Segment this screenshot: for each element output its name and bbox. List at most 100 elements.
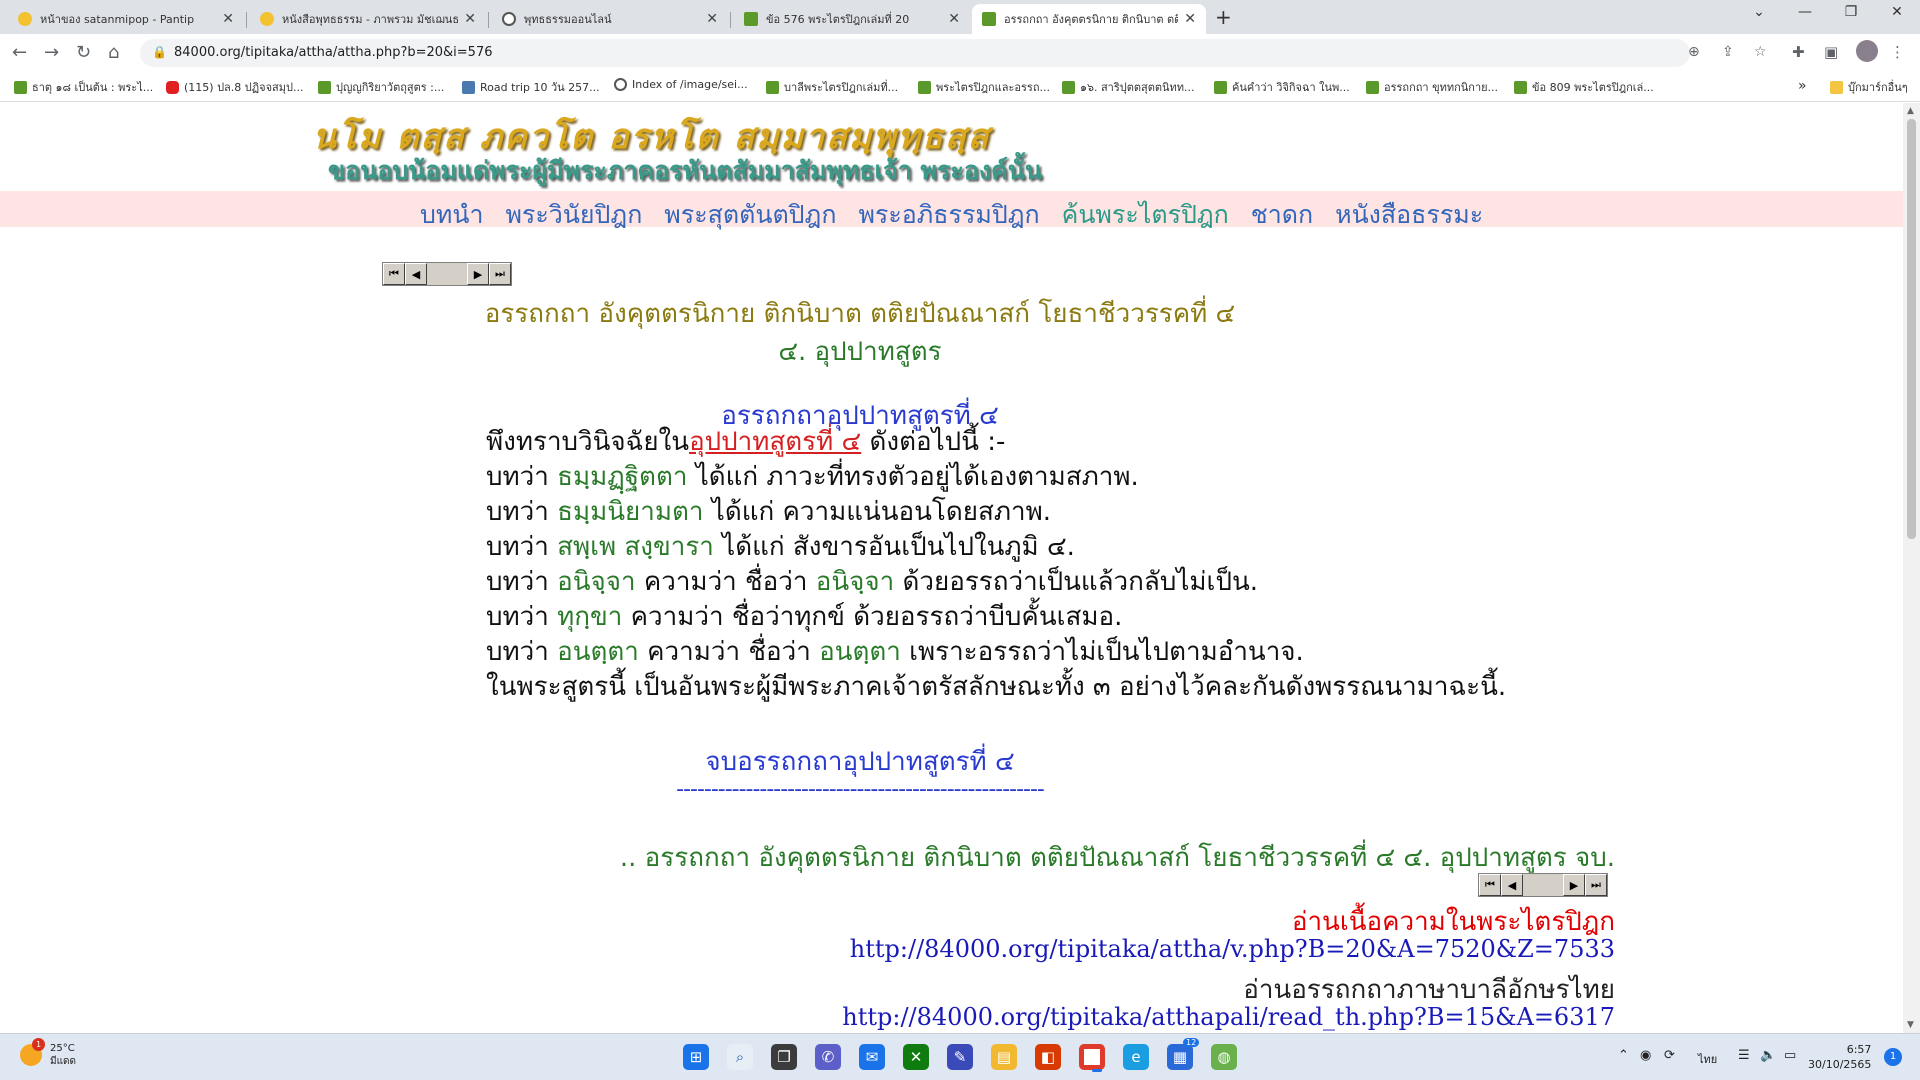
bookmark-item[interactable]: Index of /image/sei... — [614, 78, 748, 91]
read-canon-link[interactable]: http://84000.org/tipitaka/attha/v.php?B=… — [850, 935, 1615, 963]
bookmark-item[interactable]: Road trip 10 วัน 257... — [462, 78, 600, 96]
reload-icon[interactable]: ↻ — [76, 42, 91, 63]
menu-vinaya-pitaka[interactable]: พระวินัยปิฎก — [505, 200, 642, 229]
tray-chevron-up-icon[interactable]: ⌃ — [1618, 1048, 1629, 1063]
bookmark-item[interactable]: ปุญญกิริยาวัตถุสูตร :... — [318, 78, 444, 96]
bookmark-item[interactable]: พระไตรปิฎกและอรรถ... — [918, 78, 1050, 96]
page-scrollbar[interactable]: ▲ ▼ — [1903, 103, 1920, 1033]
tray-sync-icon[interactable]: ⟳ — [1664, 1048, 1675, 1063]
lock-icon[interactable]: 🔒 — [152, 45, 167, 59]
first-page-icon[interactable]: ⏮ — [383, 263, 405, 285]
menu-kebab-icon[interactable]: ⋮ — [1890, 43, 1905, 61]
bookmark-item[interactable]: ค้นคำว่า วิจิกิจฉา ในพ... — [1214, 78, 1350, 96]
back-arrow-icon[interactable]: ← — [12, 42, 27, 63]
tab-buddhadhamma-online[interactable]: พุทธธรรมออนไลน์ ✕ — [492, 4, 728, 34]
mail-icon[interactable]: ✉ — [859, 1044, 885, 1070]
gloss-text: ด้วยอรรถว่าเป็นแล้วกลับไม่เป็น. — [894, 567, 1258, 597]
tab-tipitaka-576[interactable]: ข้อ 576 พระไตรปิฎกเล่มที่ 20 ✕ — [734, 4, 970, 34]
banner-thai-salutation: ขอนอบน้อมแด่พระผู้มีพระภาคอรหันตสัมมาสัม… — [328, 156, 1042, 185]
xbox-icon[interactable]: ✕ — [903, 1044, 929, 1070]
scroll-down-icon[interactable]: ▼ — [1907, 1020, 1914, 1030]
menu-introduction[interactable]: บทนำ — [420, 200, 483, 229]
scroll-up-icon[interactable]: ▲ — [1907, 106, 1914, 116]
edge-icon[interactable]: e — [1123, 1044, 1149, 1070]
bookmarks-overflow-button[interactable]: » — [1798, 78, 1807, 94]
close-tab-icon[interactable]: ✕ — [222, 11, 234, 27]
system-clock[interactable]: 6:57 30/10/2565 — [1808, 1042, 1871, 1072]
next-page-icon[interactable]: ▶ — [1563, 874, 1585, 896]
other-bookmarks-folder[interactable]: บุ๊กมาร์กอื่นๆ — [1830, 78, 1908, 96]
share-icon[interactable]: ⇪ — [1722, 44, 1734, 60]
address-url[interactable]: 84000.org/tipitaka/attha/attha.php?b=20&… — [174, 45, 493, 60]
battery-icon[interactable]: ▭ — [1784, 1048, 1796, 1063]
gloss-line: บทว่า อนิจฺจา ความว่า ชื่อว่า อนิจฺจา ด้… — [486, 565, 1506, 600]
bookmark-item[interactable]: บาลีพระไตรปิฎกเล่มที่... — [766, 78, 898, 96]
notification-badge[interactable]: 1 — [1884, 1048, 1902, 1066]
bookmark-item[interactable]: ธาตุ ๑๘ เป็นต้น : พระไ... — [14, 78, 153, 96]
speaker-icon[interactable]: 🔈 — [1760, 1048, 1776, 1063]
tab-search-chevron-icon[interactable]: ⌄ — [1736, 4, 1782, 20]
profile-avatar[interactable] — [1856, 40, 1878, 62]
task-view-icon[interactable]: ❐ — [771, 1044, 797, 1070]
bookmark-item[interactable]: (115) ปล.8 ปฏิจจสมุป... — [166, 78, 304, 96]
chrome-icon[interactable] — [1079, 1044, 1105, 1072]
close-tab-icon[interactable]: ✕ — [464, 11, 476, 27]
tab-atthakatha-active[interactable]: อรรถกถา อังคุตตรนิกาย ติกนิบาต ตติ ✕ — [972, 4, 1206, 34]
close-window-icon[interactable]: ✕ — [1874, 4, 1920, 20]
menu-dhamma-books[interactable]: หนังสือธรรมะ — [1335, 200, 1483, 229]
intro-line: พึงทราบวินิจฉัยในอุปปาทสูตรที่ ๔ ดังต่อไ… — [486, 425, 1506, 460]
close-tab-icon[interactable]: ✕ — [1184, 11, 1196, 27]
restore-icon[interactable]: ❐ — [1828, 4, 1874, 20]
bookmark-label: Road trip 10 วัน 257... — [480, 81, 600, 94]
next-page-icon[interactable]: ▶ — [467, 263, 489, 285]
close-tab-icon[interactable]: ✕ — [948, 11, 960, 27]
bookmark-item[interactable]: อรรถกถา ขุททกนิกาย... — [1366, 78, 1498, 96]
gloss-text: ได้แก่ ภาวะที่ทรงตัวอยู่ได้เองตามสภาพ. — [687, 462, 1139, 492]
office-icon[interactable]: ◧ — [1035, 1044, 1061, 1070]
side-panel-icon[interactable]: ▣ — [1824, 43, 1838, 61]
extensions-puzzle-icon[interactable]: ✚ — [1792, 43, 1805, 61]
weather-widget[interactable]: 1 25°C มีแดด — [20, 1038, 76, 1068]
gloss-line: บทว่า อนตฺตา ความว่า ชื่อว่า อนตฺตา เพรา… — [486, 635, 1506, 670]
zoom-icon[interactable]: ⊕ — [1688, 44, 1700, 60]
menu-sutta-pitaka[interactable]: พระสุตตันตปิฎก — [664, 200, 836, 229]
close-tab-icon[interactable]: ✕ — [706, 11, 718, 27]
first-page-icon[interactable]: ⏮ — [1479, 874, 1501, 896]
tray-app-icon[interactable]: ◉ — [1640, 1048, 1651, 1063]
last-page-icon[interactable]: ⏭ — [1585, 874, 1607, 896]
tipitaka-site-icon — [14, 80, 27, 94]
forward-arrow-icon[interactable]: → — [44, 42, 59, 63]
teams-chat-icon[interactable]: ✆ — [815, 1044, 841, 1070]
bookmark-star-icon[interactable]: ☆ — [1754, 44, 1767, 60]
folder-icon — [1830, 80, 1843, 94]
prev-page-icon[interactable]: ◀ — [405, 263, 427, 285]
clock-date: 30/10/2565 — [1808, 1058, 1872, 1071]
read-pali-link[interactable]: http://84000.org/tipitaka/atthapali/read… — [842, 1003, 1615, 1031]
start-windows-icon[interactable]: ⊞ — [683, 1044, 709, 1070]
address-bar[interactable]: 🔒 84000.org/tipitaka/attha/attha.php?b=2… — [140, 39, 1767, 67]
store-icon[interactable]: ▦ 12 — [1167, 1038, 1200, 1070]
sutta-link[interactable]: อุปปาทสูตรที่ ๔ — [689, 427, 861, 457]
minimize-icon[interactable]: — — [1782, 4, 1828, 20]
gloss-prefix: บทว่า — [486, 497, 558, 527]
menu-jataka[interactable]: ชาดก — [1251, 200, 1313, 229]
bookmark-item[interactable]: ๑๖. สาริปุตตสุตตนิทท... — [1062, 78, 1195, 96]
scrollbar-thumb[interactable] — [1907, 119, 1916, 539]
search-icon[interactable]: ⌕ — [727, 1044, 753, 1070]
input-language[interactable]: ไทย — [1698, 1050, 1717, 1068]
menu-search-tipitaka[interactable]: ค้นพระไตรปิฎก — [1062, 200, 1229, 229]
bookmark-item[interactable]: ข้อ 809 พระไตรปิฎกเล่... — [1514, 78, 1654, 96]
tab-pantip[interactable]: หน้าของ satanmipop - Pantip ✕ — [8, 4, 244, 34]
new-tab-icon[interactable]: + — [1215, 5, 1232, 29]
maps-globe-icon[interactable]: ◍ — [1211, 1044, 1237, 1070]
wifi-icon[interactable]: ☰ — [1738, 1048, 1750, 1063]
conclusion-line: ในพระสูตรนี้ เป็นอันพระผู้มีพระภาคเจ้าตร… — [486, 672, 1507, 702]
pen-app-icon[interactable]: ✎ — [947, 1044, 973, 1070]
tab-buddhadhamma-book[interactable]: หนังสือพุทธธรรม - ภาพรวม มัชเฌนธ ✕ — [250, 4, 486, 34]
last-page-icon[interactable]: ⏭ — [489, 263, 511, 285]
pantip-icon — [260, 12, 274, 26]
home-icon[interactable]: ⌂ — [108, 42, 119, 63]
prev-page-icon[interactable]: ◀ — [1501, 874, 1523, 896]
file-explorer-icon[interactable]: ▤ — [991, 1044, 1017, 1070]
menu-abhidhamma-pitaka[interactable]: พระอภิธรรมปิฎก — [858, 200, 1039, 229]
